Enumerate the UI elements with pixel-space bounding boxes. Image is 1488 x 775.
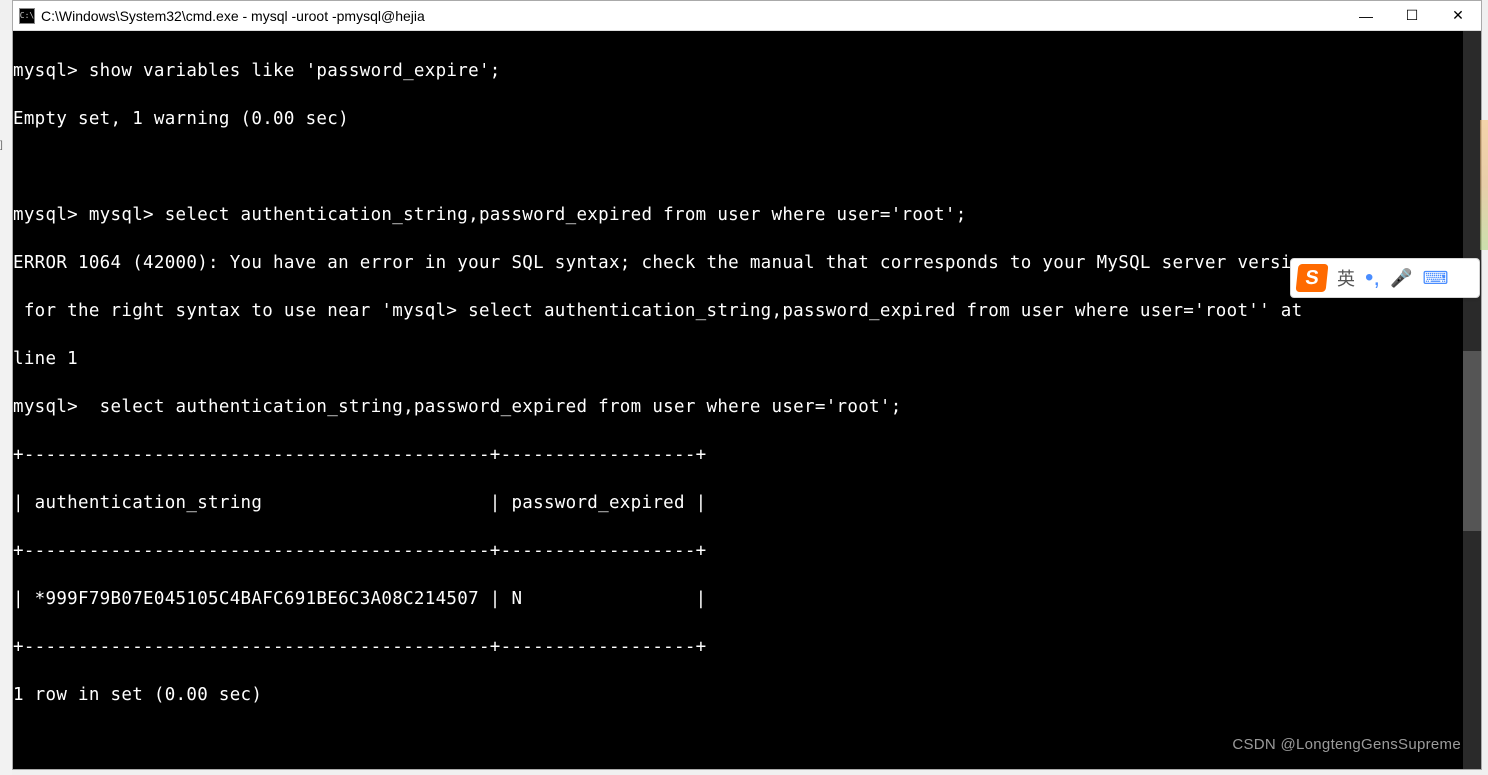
right-edge-decoration — [1480, 120, 1488, 250]
terminal-line: Empty set, 1 warning (0.00 sec) — [13, 109, 349, 129]
vertical-scrollbar[interactable] — [1463, 31, 1481, 769]
terminal-line: ERROR 1064 (42000): You have an error in… — [13, 253, 1313, 273]
minimize-button[interactable]: — — [1343, 1, 1389, 30]
table-header: | authentication_string | password_expir… — [13, 493, 707, 513]
table-border: +---------------------------------------… — [13, 445, 707, 465]
terminal-line: mysql> show variables like 'password_exp… — [13, 61, 501, 81]
window-controls: — ☐ ✕ — [1343, 1, 1481, 30]
maximize-button[interactable]: ☐ — [1389, 1, 1435, 30]
terminal-line: mysql> select authentication_string,pass… — [13, 397, 902, 417]
cmd-window: C:\ C:\Windows\System32\cmd.exe - mysql … — [12, 0, 1482, 770]
microphone-icon[interactable]: 🎤 — [1390, 268, 1412, 289]
close-button[interactable]: ✕ — [1435, 1, 1481, 30]
ime-toolbar[interactable]: S 英 •, 🎤 ⌨ — [1290, 258, 1480, 298]
left-edge-strip: ] — [0, 30, 12, 775]
terminal-line: line 1 — [13, 349, 78, 369]
terminal-line: 1 row in set (0.00 sec) — [13, 685, 262, 705]
sogou-logo-icon[interactable]: S — [1296, 264, 1329, 292]
table-border: +---------------------------------------… — [13, 637, 707, 657]
terminal-line: for the right syntax to use near 'mysql>… — [13, 301, 1302, 321]
table-row: | *999F79B07E045105C4BAFC691BE6C3A08C214… — [13, 589, 707, 609]
scrollbar-thumb[interactable] — [1463, 351, 1481, 531]
keyboard-icon[interactable]: ⌨ — [1423, 268, 1449, 289]
terminal-area[interactable]: mysql> show variables like 'password_exp… — [13, 31, 1481, 769]
ime-punctuation-toggle[interactable]: •, — [1365, 273, 1380, 283]
ime-language-toggle[interactable]: 英 — [1337, 265, 1355, 291]
window-title: C:\Windows\System32\cmd.exe - mysql -uro… — [41, 8, 1343, 24]
terminal-line: mysql> mysql> select authentication_stri… — [13, 205, 967, 225]
cmd-icon: C:\ — [19, 8, 35, 24]
table-border: +---------------------------------------… — [13, 541, 707, 561]
csdn-watermark: CSDN @LongtengGensSupreme — [1232, 733, 1461, 757]
titlebar[interactable]: C:\ C:\Windows\System32\cmd.exe - mysql … — [13, 1, 1481, 31]
